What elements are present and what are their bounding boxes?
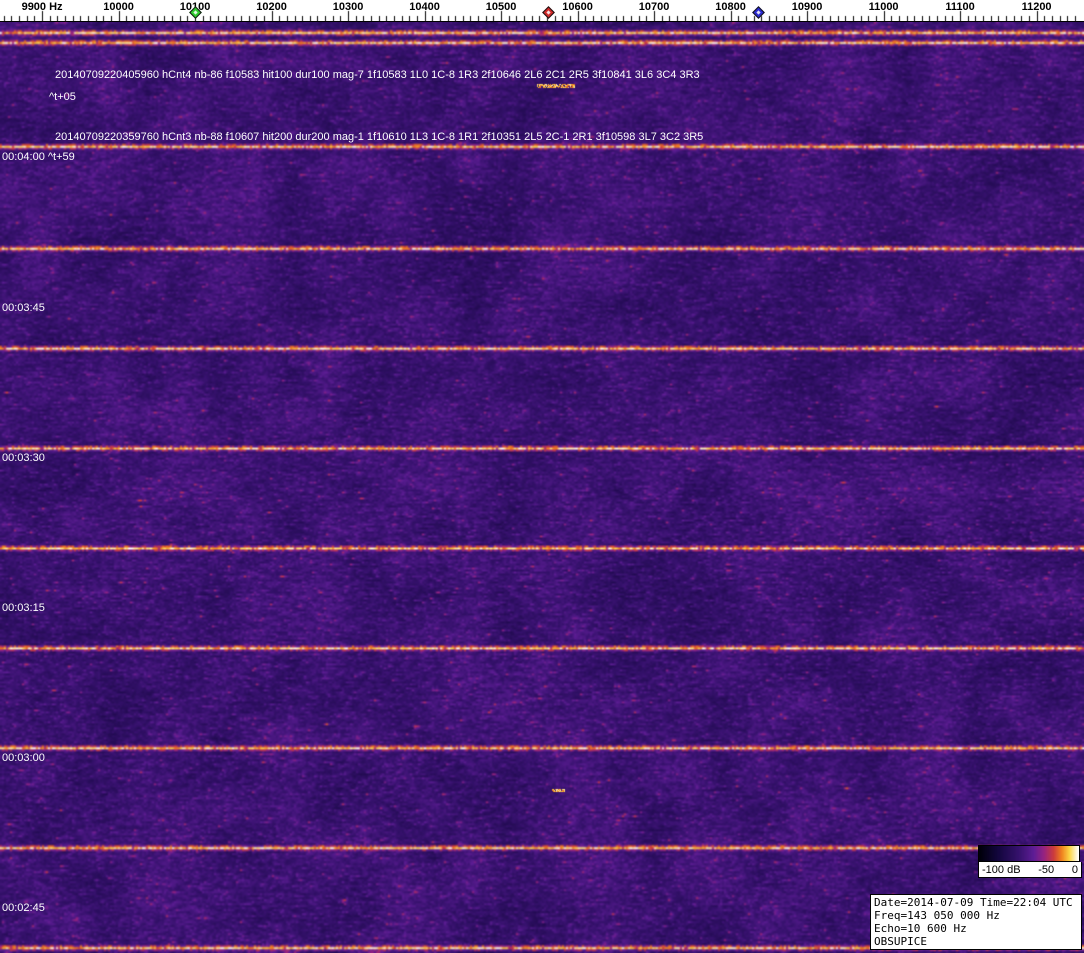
info-station: OBSUPICE	[874, 935, 927, 948]
freq-tick-label-10500: 10500	[485, 1, 517, 13]
db-scale-min-label: -100 dB	[982, 863, 1021, 876]
freq-tick-label-10600: 10600	[562, 1, 593, 13]
freq-tick-label-10200: 10200	[256, 1, 287, 13]
freq-tick-label-10900: 10900	[791, 1, 823, 13]
freq-tick-label-10000: 10000	[103, 1, 134, 13]
observation-info-box: Date=2014-07-09 Time=22:04 UTC Freq=143 …	[870, 894, 1082, 950]
event-annotation-1-time: ^t+05	[49, 91, 76, 103]
event-annotation-1: 20140709220405960 hCnt4 nb-86 f10583 hit…	[55, 69, 700, 81]
spectrogram-waterfall	[0, 22, 1084, 953]
spectrogram-app-window: 9900 Hz100001010010200103001040010500106…	[0, 0, 1084, 953]
event-annotation-2: 20140709220359760 hCnt3 nb-88 f10607 hit…	[55, 131, 704, 143]
db-scale-mid-label: -50	[1038, 863, 1055, 876]
time-tick-label: 00:03:15	[2, 602, 45, 614]
time-tick-label: 00:03:45	[2, 302, 45, 314]
info-frequency: Freq=143 050 000 Hz	[874, 909, 1000, 922]
info-echo: Echo=10 600 Hz	[874, 922, 967, 935]
freq-tick-label-11100: 11100	[945, 1, 975, 13]
time-tick-label: 00:04:00 ^t+59	[2, 151, 75, 163]
time-tick-label: 00:03:00	[2, 752, 45, 764]
freq-tick-label-10700: 10700	[638, 1, 670, 13]
db-scale: -100 dB -50 0	[978, 845, 1082, 878]
freq-tick-label-11000: 11000	[868, 1, 899, 13]
frequency-ruler[interactable]: 9900 Hz100001010010200103001040010500106…	[0, 0, 1084, 22]
freq-tick-label-10300: 10300	[332, 1, 364, 13]
info-date-time: Date=2014-07-09 Time=22:04 UTC	[874, 896, 1073, 909]
db-scale-gradient	[978, 845, 1080, 862]
db-scale-max-label: 0	[1071, 863, 1078, 876]
time-tick-label: 00:03:30	[2, 452, 45, 464]
freq-tick-label-11200: 11200	[1021, 1, 1052, 13]
freq-tick-label-10400: 10400	[409, 1, 440, 13]
freq-tick-label-9900: 9900 Hz	[21, 1, 63, 13]
time-tick-label: 00:02:45	[2, 902, 45, 914]
db-scale-labels: -100 dB -50 0	[978, 862, 1082, 878]
freq-tick-label-10800: 10800	[715, 1, 746, 13]
frequency-ruler-ticks	[0, 0, 1084, 21]
